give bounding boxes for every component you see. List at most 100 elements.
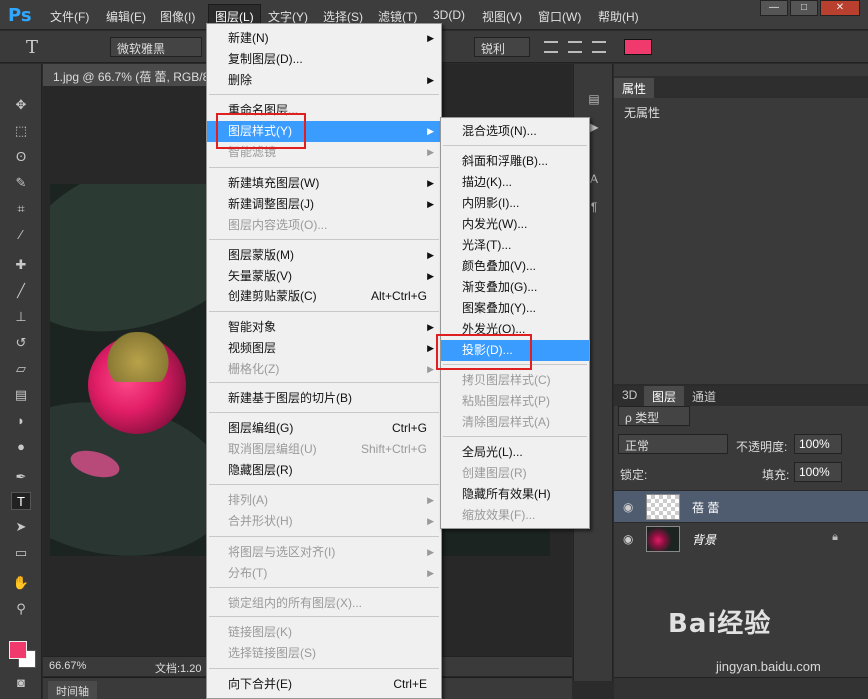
quick-select-tool-icon[interactable]: ✎: [11, 174, 31, 192]
menu-item[interactable]: 复制图层(D)...: [207, 49, 441, 70]
visibility-eye-icon[interactable]: ◉: [623, 500, 633, 514]
blur-tool-icon[interactable]: ◗: [11, 412, 31, 430]
close-button[interactable]: ✕: [820, 0, 860, 16]
align-right-icon[interactable]: [592, 41, 606, 53]
layer-row-background[interactable]: ◉ 背景 🔒︎: [614, 522, 868, 554]
marquee-tool-icon[interactable]: ⬚: [11, 122, 31, 140]
menu-item[interactable]: 隐藏所有效果(H): [441, 484, 589, 505]
menu-item[interactable]: 渐变叠加(G)...: [441, 277, 589, 298]
menu-image[interactable]: 图像(I): [160, 8, 195, 25]
submenu-arrow-icon: ▶: [427, 199, 434, 209]
submenu-arrow-icon: ▶: [427, 343, 434, 353]
menu-separator: [209, 484, 439, 485]
quick-mask-icon[interactable]: ◙: [11, 674, 31, 692]
menu-item[interactable]: 颜色叠加(V)...: [441, 256, 589, 277]
menu-item[interactable]: 矢量蒙版(V) ▶: [207, 266, 441, 287]
maximize-button[interactable]: □: [790, 0, 818, 16]
menu-file[interactable]: 文件(F): [50, 8, 89, 25]
menu-edit[interactable]: 编辑(E): [106, 8, 146, 25]
menu-item: 取消图层编组(U) Shift+Ctrl+G: [207, 439, 441, 460]
eyedropper-tool-icon[interactable]: ⁄: [11, 226, 31, 244]
menu-item-label: 分布(T): [228, 566, 268, 580]
fill-input[interactable]: 100%: [794, 462, 842, 482]
timeline-tab[interactable]: 时间轴: [48, 681, 97, 699]
menu-item: 分布(T) ▶: [207, 563, 441, 584]
menu-item[interactable]: 智能对象 ▶: [207, 317, 441, 338]
menu-item[interactable]: 向下合并(E) Ctrl+E: [207, 674, 441, 695]
align-left-icon[interactable]: [544, 41, 558, 53]
menu-item[interactable]: 内阴影(I)...: [441, 193, 589, 214]
layer-row-text[interactable]: ◉ 蓓 蕾: [614, 490, 868, 522]
menu-3d[interactable]: 3D(D): [433, 8, 465, 22]
type-tool-icon[interactable]: T: [11, 492, 31, 510]
menu-item[interactable]: 光泽(T)...: [441, 235, 589, 256]
minimize-button[interactable]: —: [760, 0, 788, 16]
menu-item-label: 排列(A): [228, 493, 268, 507]
menu-item[interactable]: 图案叠加(Y)...: [441, 298, 589, 319]
crop-tool-icon[interactable]: ⌗: [11, 200, 31, 218]
menu-item-label: 栅格化(Z): [228, 362, 280, 376]
menu-item[interactable]: 新建基于图层的切片(B): [207, 388, 441, 409]
gradient-tool-icon[interactable]: ▤: [11, 386, 31, 404]
menu-item-label: 矢量蒙版(V): [228, 269, 292, 283]
tab-channels[interactable]: 通道: [684, 386, 724, 406]
menu-item[interactable]: 视频图层 ▶: [207, 338, 441, 359]
menu-item[interactable]: 描边(K)...: [441, 172, 589, 193]
path-select-icon[interactable]: ➤: [11, 518, 31, 536]
menu-item-label: 图层蒙版(M): [228, 248, 294, 262]
eraser-tool-icon[interactable]: ▱: [11, 360, 31, 378]
lock-icon: 🔒︎: [832, 531, 838, 543]
opacity-input[interactable]: 100%: [794, 434, 842, 454]
lasso-tool-icon[interactable]: ʘ: [11, 148, 31, 166]
tab-properties[interactable]: 属性: [614, 78, 655, 98]
menu-item[interactable]: 全局光(L)...: [441, 442, 589, 463]
document-tab[interactable]: 1.jpg @ 66.7% (蓓 蕾, RGB/8: [43, 64, 213, 86]
zoom-level[interactable]: 66.67%: [49, 660, 86, 672]
zoom-tool-icon[interactable]: ⚲: [11, 600, 31, 618]
menu-view[interactable]: 视图(V): [482, 8, 522, 25]
doc-info[interactable]: 文档:1.20: [155, 660, 201, 676]
menu-help[interactable]: 帮助(H): [598, 8, 639, 25]
menu-item[interactable]: 内发光(W)...: [441, 214, 589, 235]
foreground-color-icon[interactable]: [9, 641, 27, 659]
menu-item[interactable]: 删除 ▶: [207, 70, 441, 91]
shape-tool-icon[interactable]: ▭: [11, 544, 31, 562]
menu-item: 拷贝图层样式(C): [441, 370, 589, 391]
menu-item[interactable]: 隐藏图层(R): [207, 460, 441, 481]
tab-3d[interactable]: 3D: [614, 386, 645, 406]
menu-item[interactable]: 新建(N) ▶: [207, 28, 441, 49]
tab-layers[interactable]: 图层: [644, 386, 685, 406]
menu-window[interactable]: 窗口(W): [538, 8, 581, 25]
menu-item[interactable]: 图层蒙版(M) ▶: [207, 245, 441, 266]
text-color-swatch[interactable]: [624, 39, 652, 55]
font-family-select[interactable]: 微软雅黑: [110, 37, 202, 57]
pen-tool-icon[interactable]: ✒: [11, 468, 31, 486]
menu-item[interactable]: 新建填充图层(W) ▶: [207, 173, 441, 194]
blend-mode-select[interactable]: 正常: [618, 434, 728, 454]
history-brush-icon[interactable]: ↺: [11, 334, 31, 352]
menu-separator: [209, 167, 439, 168]
menu-item-label: 渐变叠加(G)...: [462, 280, 538, 294]
menu-item[interactable]: 混合选项(N)...: [441, 121, 589, 142]
history-icon[interactable]: ▤: [586, 92, 602, 108]
menu-item[interactable]: 图层编组(G) Ctrl+G: [207, 418, 441, 439]
visibility-eye-icon[interactable]: ◉: [623, 532, 633, 546]
healing-brush-icon[interactable]: ✚: [11, 256, 31, 274]
menu-item-label: 复制图层(D)...: [228, 52, 303, 66]
stamp-tool-icon[interactable]: ⊥: [11, 308, 31, 326]
move-tool-icon[interactable]: ✥: [11, 96, 31, 114]
brush-tool-icon[interactable]: ╱: [11, 282, 31, 300]
menu-item-label: 新建填充图层(W): [228, 176, 320, 190]
menu-item[interactable]: 斜面和浮雕(B)...: [441, 151, 589, 172]
align-center-icon[interactable]: [568, 41, 582, 53]
layer-filter-select[interactable]: ρ 类型: [618, 406, 690, 426]
dodge-tool-icon[interactable]: ●: [11, 438, 31, 456]
antialias-select[interactable]: 锐利: [474, 37, 530, 57]
menu-item[interactable]: 创建剪贴蒙版(C) Alt+Ctrl+G: [207, 286, 441, 307]
menu-item-shortcut: Ctrl+E: [393, 677, 427, 691]
submenu-arrow-icon: ▶: [427, 126, 434, 136]
type-tool-icon[interactable]: T: [26, 37, 38, 58]
menu-item[interactable]: 新建调整图层(J) ▶: [207, 194, 441, 215]
hand-tool-icon[interactable]: ✋: [11, 574, 31, 592]
menu-item-label: 拷贝图层样式(C): [462, 373, 551, 387]
